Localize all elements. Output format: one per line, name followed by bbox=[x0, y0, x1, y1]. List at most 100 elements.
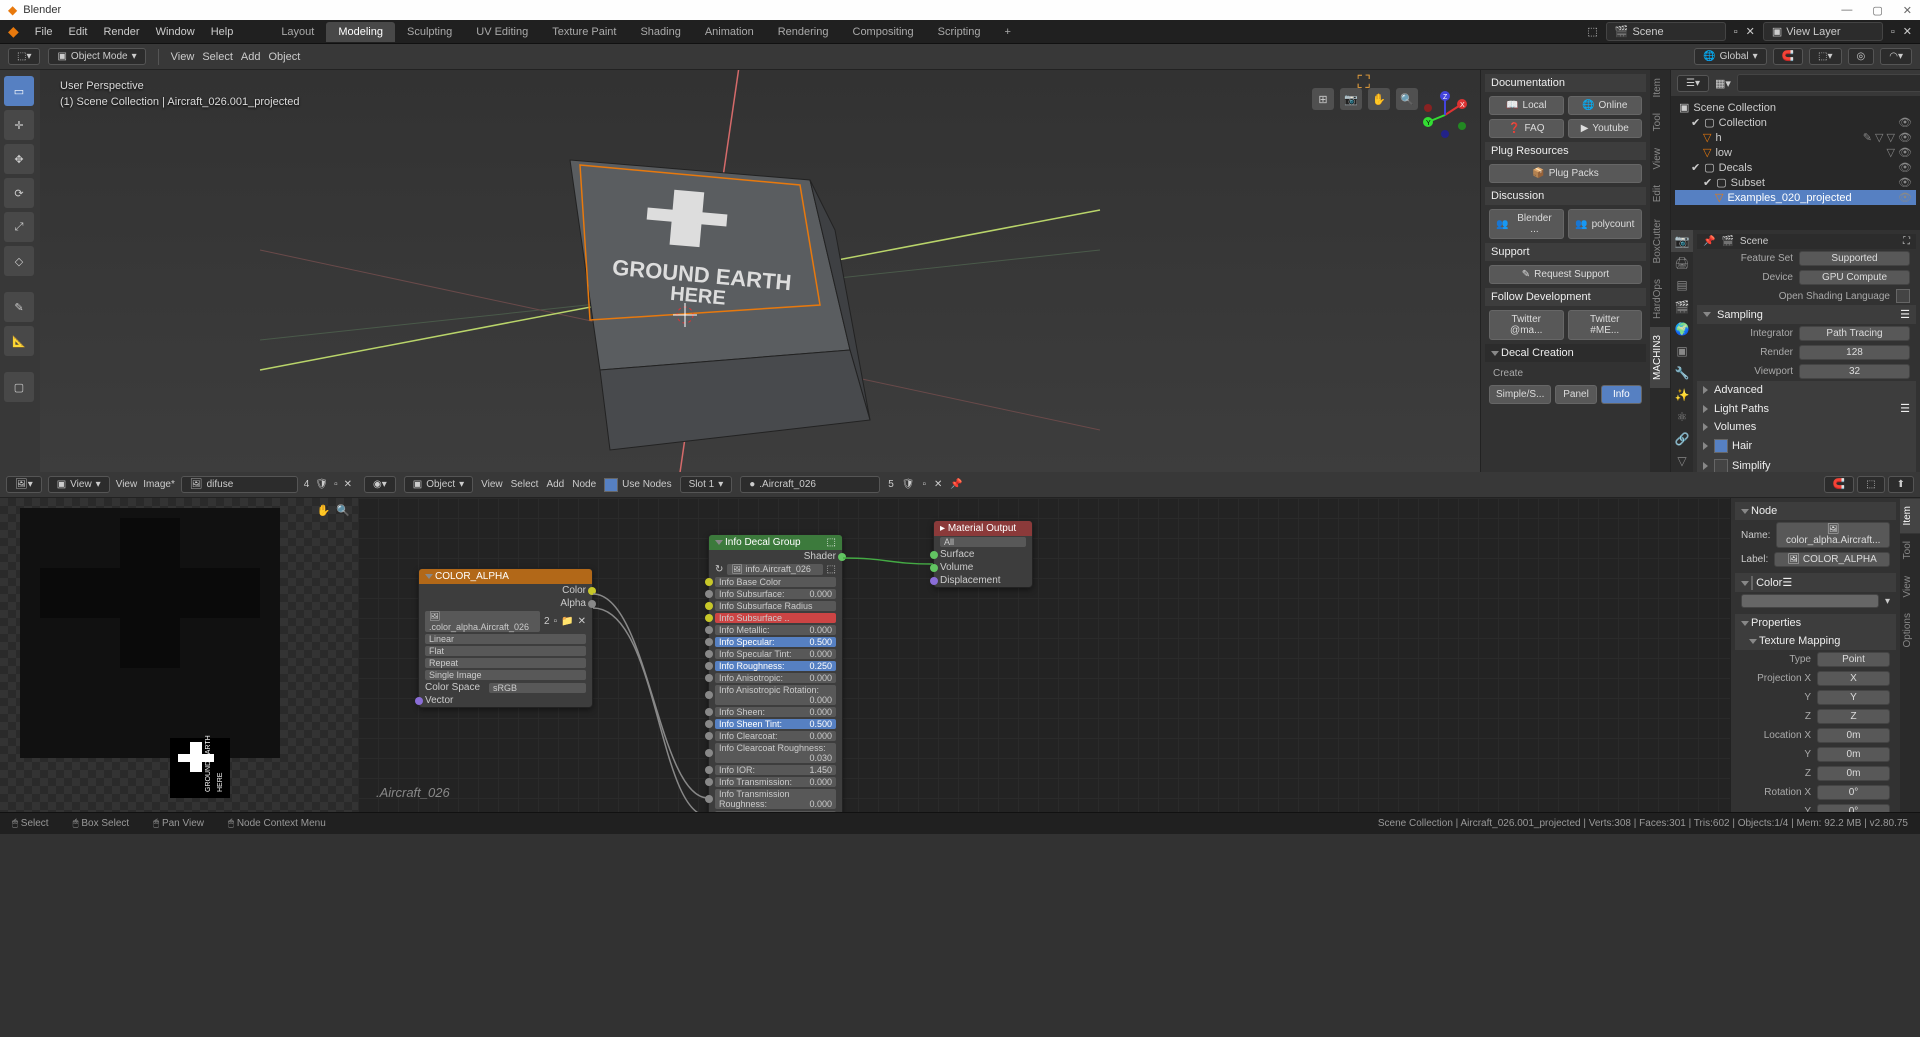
tab-sculpting[interactable]: Sculpting bbox=[395, 22, 464, 42]
vtab-tool[interactable]: Tool bbox=[1650, 105, 1670, 139]
color-checkbox[interactable] bbox=[1751, 576, 1753, 590]
menu-help[interactable]: Help bbox=[211, 26, 234, 38]
proj-x-select[interactable]: X bbox=[1817, 671, 1890, 686]
node-input-row[interactable]: Info Subsurface .. bbox=[709, 612, 842, 624]
loc-x-field[interactable]: 0m bbox=[1817, 728, 1890, 743]
vtab-hardops[interactable]: HardOps bbox=[1650, 271, 1670, 327]
close-icon[interactable]: ✕ bbox=[1903, 4, 1912, 17]
scene-new-icon[interactable]: ▫ bbox=[1734, 26, 1738, 38]
integrator-select[interactable]: Path Tracing bbox=[1799, 326, 1910, 341]
node-input-row[interactable]: Info Specular:0.500 bbox=[709, 636, 842, 648]
tab-scripting[interactable]: Scripting bbox=[926, 22, 993, 42]
pan-icon[interactable]: ✋ bbox=[317, 504, 331, 517]
new-mat-icon[interactable]: ▫ bbox=[922, 479, 926, 490]
decal-creation-header[interactable]: Decal Creation bbox=[1485, 344, 1646, 362]
scene-del-icon[interactable]: ✕ bbox=[1746, 25, 1755, 38]
node-input-row[interactable]: Info Transmission Roughness:0.000 bbox=[709, 788, 842, 810]
prop-tab-particles[interactable]: ✨ bbox=[1671, 384, 1693, 406]
node-input-row[interactable]: Invert:0.000 bbox=[709, 810, 842, 812]
scene-icon[interactable]: ⬚ bbox=[1587, 25, 1597, 38]
viewport-canvas[interactable]: User Perspective (1) Scene Collection | … bbox=[40, 70, 1480, 472]
lightpaths-header[interactable]: Light Paths☰ bbox=[1697, 399, 1916, 418]
scale-tool[interactable]: ⤢ bbox=[4, 212, 34, 242]
slot-select[interactable]: Slot 1 ▾ bbox=[680, 476, 733, 493]
doc-online-button[interactable]: 🌐 Online bbox=[1568, 96, 1643, 115]
youtube-button[interactable]: ▶ Youtube bbox=[1568, 119, 1643, 138]
rot-y-field[interactable]: 0° bbox=[1817, 804, 1890, 812]
rot-x-field[interactable]: 0° bbox=[1817, 785, 1890, 800]
mode-selector[interactable]: ▣ Object Mode ▾ bbox=[48, 48, 145, 65]
nodeed-type-icon[interactable]: ◉▾ bbox=[364, 476, 396, 493]
scene-selector[interactable]: 🎬 Scene bbox=[1606, 22, 1726, 41]
simplify-checkbox[interactable] bbox=[1714, 459, 1728, 473]
vp-menu-view[interactable]: View bbox=[171, 51, 195, 63]
proj-y-select[interactable]: Y bbox=[1817, 690, 1890, 705]
proportional-toggle[interactable]: ◎ bbox=[1848, 48, 1875, 65]
tab-compositing[interactable]: Compositing bbox=[841, 22, 926, 42]
node-input-row[interactable]: Info Roughness:0.250 bbox=[709, 660, 842, 672]
texmap-type-select[interactable]: Point bbox=[1817, 652, 1890, 667]
context-icon[interactable]: ⛶ bbox=[1903, 236, 1910, 247]
pin-icon[interactable]: 📌 bbox=[1703, 236, 1715, 247]
menu-file[interactable]: File bbox=[35, 26, 53, 38]
unlink-icon[interactable]: ✕ bbox=[344, 479, 352, 490]
advanced-header[interactable]: Advanced bbox=[1697, 381, 1916, 399]
viewlayer-del-icon[interactable]: ✕ bbox=[1903, 25, 1912, 38]
image-selector[interactable]: 🖼 difuse bbox=[181, 476, 298, 493]
sampling-header[interactable]: Sampling☰ bbox=[1697, 305, 1916, 324]
tab-layout[interactable]: Layout bbox=[269, 22, 326, 42]
device-select[interactable]: GPU Compute bbox=[1799, 270, 1910, 285]
transform-tool[interactable]: ◇ bbox=[4, 246, 34, 276]
vtab-item[interactable]: Item bbox=[1650, 70, 1670, 105]
prop-tab-scene[interactable]: 🎬 bbox=[1671, 296, 1693, 318]
tab-texture-paint[interactable]: Texture Paint bbox=[540, 22, 628, 42]
node-input-row[interactable]: Info Specular Tint:0.000 bbox=[709, 648, 842, 660]
props-panel-header[interactable]: Properties bbox=[1735, 614, 1896, 632]
tab-rendering[interactable]: Rendering bbox=[766, 22, 841, 42]
snap-type[interactable]: ⬚▾ bbox=[1809, 48, 1841, 65]
node-panel-header[interactable]: Node bbox=[1735, 502, 1896, 520]
vtab-item[interactable]: Item bbox=[1900, 498, 1920, 533]
node-input-row[interactable]: Info Anisotropic:0.000 bbox=[709, 672, 842, 684]
outliner-search[interactable] bbox=[1737, 74, 1920, 92]
plug-res-header[interactable]: Plug Resources bbox=[1485, 142, 1646, 160]
vp-menu-add[interactable]: Add bbox=[241, 51, 261, 63]
prop-tab-output[interactable]: 🖨 bbox=[1671, 252, 1693, 274]
imged-image[interactable]: Image* bbox=[143, 479, 175, 490]
node-input-row[interactable]: Info Metallic:0.000 bbox=[709, 624, 842, 636]
image-editor-canvas[interactable]: ✋ 🔍 ‹› GROUND EARTH HERE bbox=[0, 498, 358, 812]
zoom-icon[interactable]: ⊞ bbox=[1312, 88, 1334, 110]
prop-tab-object[interactable]: ▣ bbox=[1671, 340, 1693, 362]
ne-node[interactable]: Node bbox=[572, 479, 596, 490]
texmap-header[interactable]: Texture Mapping bbox=[1735, 632, 1896, 650]
prop-tab-world[interactable]: 🌍 bbox=[1671, 318, 1693, 340]
node-input-row[interactable]: Info Clearcoat:0.000 bbox=[709, 730, 842, 742]
node-material-output[interactable]: ▸ Material Output All Surface Volume Dis… bbox=[933, 520, 1033, 588]
node-name-field[interactable]: 🖼 color_alpha.Aircraft... bbox=[1776, 522, 1890, 548]
imged-mode-icon[interactable]: ▣ View ▾ bbox=[48, 476, 110, 493]
editor-type-icon[interactable]: ⬚▾ bbox=[8, 48, 40, 65]
twitter2-button[interactable]: Twitter #ME... bbox=[1568, 310, 1643, 340]
ne-select[interactable]: Select bbox=[511, 479, 539, 490]
vtab-options[interactable]: Options bbox=[1900, 605, 1920, 655]
viewlayer-new-icon[interactable]: ▫ bbox=[1891, 26, 1895, 38]
fake-user-icon[interactable]: 🛡 bbox=[902, 479, 915, 490]
node-input-row[interactable]: Info IOR:1.450 bbox=[709, 764, 842, 776]
outliner-type-icon[interactable]: ☰▾ bbox=[1677, 75, 1709, 92]
camera-icon[interactable]: 📷 bbox=[1340, 88, 1362, 110]
vtab-edit[interactable]: Edit bbox=[1650, 177, 1670, 210]
proportional-type[interactable]: ◠▾ bbox=[1880, 48, 1912, 65]
color-swatch[interactable] bbox=[1741, 594, 1879, 608]
hair-checkbox[interactable] bbox=[1714, 439, 1728, 453]
viewlayer-selector[interactable]: ▣ View Layer bbox=[1763, 22, 1883, 41]
snap-icon[interactable]: 🧲 bbox=[1824, 476, 1854, 493]
tab-animation[interactable]: Animation bbox=[693, 22, 766, 42]
render-samples-field[interactable]: 128 bbox=[1799, 345, 1910, 360]
panel-button[interactable]: Panel bbox=[1555, 385, 1596, 404]
tab-modeling[interactable]: Modeling bbox=[326, 22, 395, 42]
volumes-header[interactable]: Volumes bbox=[1697, 418, 1916, 436]
simple-button[interactable]: Simple/S... bbox=[1489, 385, 1551, 404]
ne-add[interactable]: Add bbox=[546, 479, 564, 490]
blender-forum-button[interactable]: 👥 Blender ... bbox=[1489, 209, 1564, 239]
measure-tool[interactable]: 📐 bbox=[4, 326, 34, 356]
